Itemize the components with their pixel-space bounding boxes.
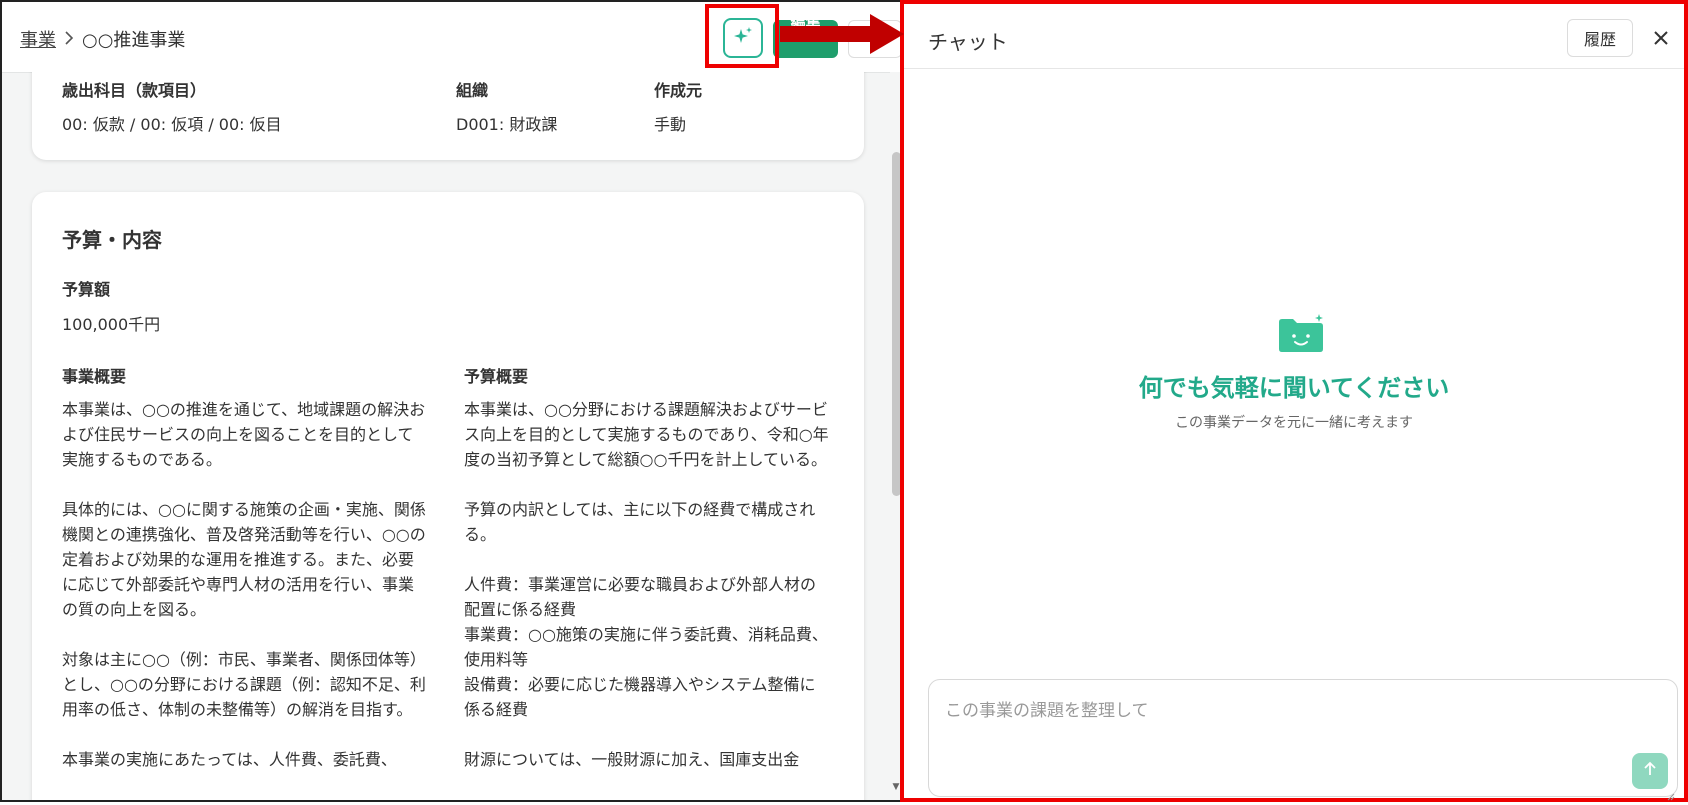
- empty-state-title: 何でも気軽に聞いてください: [1138, 374, 1450, 402]
- history-button[interactable]: 履歴: [1567, 19, 1633, 57]
- chevron-right-icon: [64, 30, 74, 49]
- account-label: 歳出科目（款項目）: [62, 81, 207, 100]
- budget-content-card: 予算・内容 予算額 100,000千円 事業概要 本事業は、○○の推進を通じて、…: [32, 192, 864, 800]
- close-icon[interactable]: [1649, 26, 1673, 50]
- section-title: 予算・内容: [62, 228, 162, 252]
- empty-state-subtitle: この事業データを元に一緒に考えます: [1175, 415, 1413, 431]
- highlight-box: [705, 4, 779, 68]
- folder-smile-icon: [1277, 314, 1325, 358]
- send-button[interactable]: [1632, 753, 1668, 789]
- org-label: 組織: [456, 81, 489, 100]
- account-value: 00: 仮款 / 00: 仮項 / 00: 仮目: [62, 115, 282, 134]
- callout-arrow-icon: [780, 14, 904, 58]
- budget-amount-value: 100,000千円: [62, 315, 161, 334]
- budget-amount-label: 予算額: [62, 280, 111, 299]
- org-value: D001: 財政課: [456, 115, 558, 134]
- scroll-down-arrow-icon[interactable]: ▼: [890, 782, 900, 794]
- budget-summary-text: 本事業は、○○分野における課題解決およびサービス向上を目的として実施するものであ…: [464, 400, 829, 769]
- chat-header: チャット 履歴: [904, 4, 1684, 69]
- chat-input-box: [928, 679, 1678, 801]
- resize-grip-icon[interactable]: [1667, 786, 1675, 801]
- arrow-up-icon: [1641, 760, 1659, 782]
- summary-card: 歳出科目（款項目） 00: 仮款 / 00: 仮項 / 00: 仮目 組織 D0…: [32, 72, 864, 160]
- creator-label: 作成元: [654, 81, 703, 100]
- scrollbar-thumb[interactable]: [892, 152, 900, 496]
- breadcrumb-root-link[interactable]: 事業: [20, 26, 56, 52]
- budget-summary-label: 予算概要: [464, 367, 529, 386]
- overview-label: 事業概要: [62, 367, 127, 386]
- overview-text: 本事業は、○○の推進を通じて、地域課題の解決および住民サービスの向上を図ることを…: [62, 400, 426, 769]
- chat-title: チャット: [928, 30, 1008, 54]
- breadcrumb-current: ○○推進事業: [82, 30, 186, 51]
- content-scroll-area[interactable]: 歳出科目（款項目） 00: 仮款 / 00: 仮項 / 00: 仮目 組織 D0…: [2, 72, 890, 800]
- business-detail-pane: 事業 ○○推進事業 編集 歳出科目（款項目） 00: 仮款 / 00: 仮項 /…: [0, 0, 900, 802]
- creator-value: 手動: [654, 115, 687, 134]
- breadcrumb: 事業 ○○推進事業: [20, 26, 185, 52]
- chat-input[interactable]: [943, 694, 1647, 758]
- chat-panel: チャット 履歴 何でも気軽に聞いてください この事業データを元に一緒に考えます: [900, 0, 1688, 802]
